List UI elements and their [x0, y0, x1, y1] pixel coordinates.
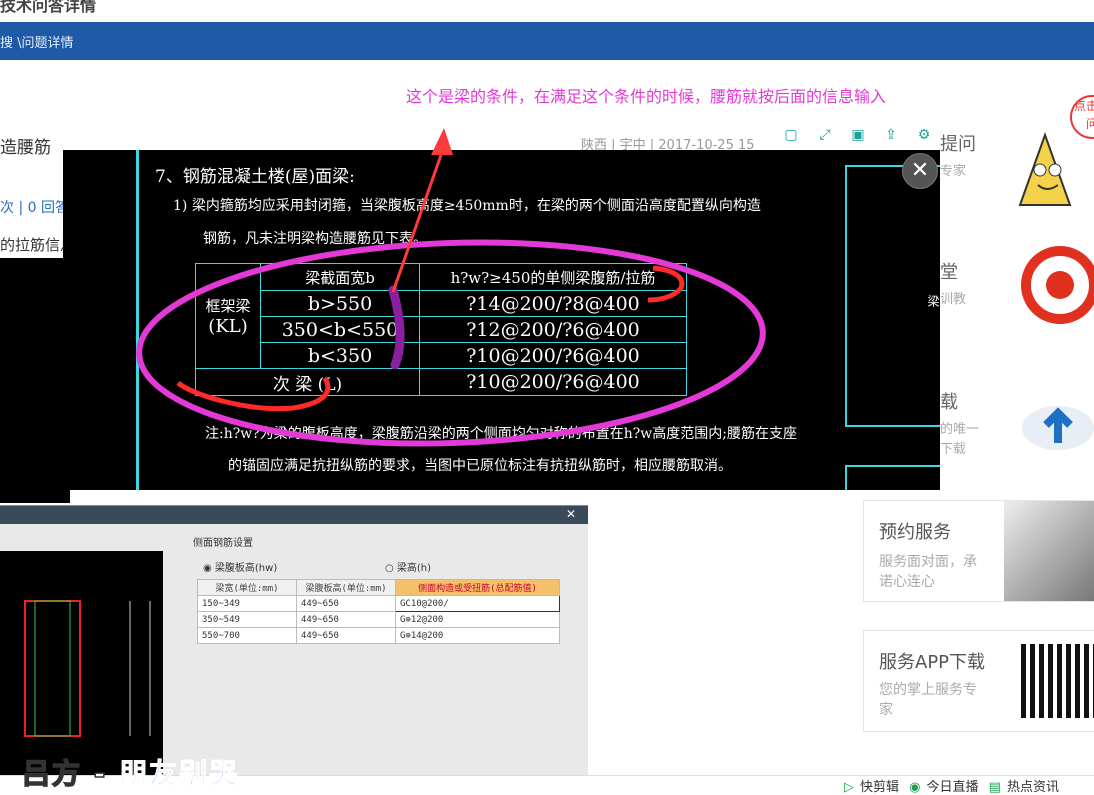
service-card[interactable]: 预约服务 服务面对面，承 诺心连心 [863, 500, 1094, 602]
radio-h-label: 梁高(h) [396, 563, 432, 574]
close-viewer-button[interactable]: ✕ [902, 153, 938, 189]
service-sub1: 服务面对面，承 [879, 554, 977, 570]
save-icon[interactable]: ▣ [848, 125, 868, 145]
question-stats[interactable]: 次 | 0 回答 [0, 197, 69, 217]
table-cell[interactable]: 449~650 [296, 611, 396, 628]
service-photo [1004, 501, 1094, 601]
table-cell[interactable]: G⊕12@200 [395, 611, 560, 628]
table-row[interactable]: 150~349 449~650 GC10@200/ [197, 595, 560, 612]
qr-code-icon [1021, 644, 1094, 718]
enlarged-image: 7、钢筋混凝土楼(屋)面梁: 1) 梁内箍筋均应采用封闭箍，当梁腹板高度≥450… [63, 150, 940, 490]
content-image-thumb[interactable] [0, 258, 70, 503]
col-header: 侧面构造或受扭筋(总配筋值) [395, 579, 560, 596]
fullscreen-icon[interactable]: ⤢ [815, 125, 835, 145]
download-sub2: 下载 [940, 442, 967, 457]
site-title: 技术问答详情 [0, 0, 97, 15]
dialog-title: 侧面钢筋设置 [193, 538, 253, 549]
video-watermark: 吕方 - 朋友别哭 [21, 752, 240, 792]
live-icon: ◉ [909, 780, 921, 795]
footer-links: ▷ 快剪辑 ◉ 今日直播 ▤ 热点资讯 [838, 776, 1059, 795]
annotation-note: 这个是梁的条件，在满足这个条件的时候，腰筋就按后面的信息输入 [406, 87, 887, 106]
classroom-logo-icon [1020, 245, 1094, 325]
dialog-titlebar: ✕ [0, 506, 588, 524]
radio-h[interactable]: ○ 梁高(h) [385, 559, 431, 574]
viewer-toolbar: ▢ ⤢ ▣ ⇪ ⚙ [775, 120, 940, 150]
hand-annotations [136, 154, 766, 447]
table-cell[interactable]: 350~549 [197, 611, 297, 628]
arrow-head [431, 128, 453, 155]
news-icon: ▤ [988, 780, 1001, 795]
nav-bar: 搜 \问题详情 [0, 22, 1094, 60]
table-row[interactable]: 350~549 449~650 G⊕12@200 [197, 611, 560, 628]
table-cell[interactable]: 550~700 [197, 627, 297, 644]
footer-link[interactable]: 快剪辑 [860, 780, 899, 795]
table-cell[interactable]: 449~650 [296, 627, 396, 644]
ask-label[interactable]: 提问 [940, 130, 976, 156]
share-icon[interactable]: ⇪ [881, 125, 901, 145]
footer-link[interactable]: 热点资讯 [1007, 780, 1059, 795]
breadcrumb[interactable]: 搜 \问题详情 [0, 32, 74, 51]
table-cell[interactable]: 449~650 [296, 595, 396, 612]
table-cell[interactable]: G⊕14@200 [395, 627, 560, 644]
app-sub2: 家 [879, 702, 893, 718]
radio-hw-label: 梁腹板高(hw) [214, 563, 278, 574]
service-title: 预约服务 [879, 522, 951, 543]
app-title: 服务APP下载 [879, 652, 986, 673]
download-label[interactable]: 载 [940, 388, 958, 414]
cloud-download-icon [1018, 393, 1094, 453]
app-sub1: 您的掌上服务专 [879, 682, 977, 698]
cad-dialog-screenshot: ✕ 侧面钢筋设置 ◉ 梁腹板高(hw) ○ 梁高(h) 梁宽(单位:mm) 梁腹… [0, 505, 588, 776]
col-header: 梁宽(单位:mm) [197, 579, 297, 596]
table-cell[interactable]: GC10@200/ [395, 595, 560, 612]
radio-hw[interactable]: ◉ 梁腹板高(hw) [203, 559, 277, 574]
footer-link[interactable]: 今日直播 [927, 780, 979, 795]
watermark-part2: 朋友别哭 [119, 757, 240, 791]
rebar-table: 梁宽(单位:mm) 梁腹板高(单位:mm) 侧面构造或受扭筋(总配筋值) 150… [197, 579, 560, 644]
download-sub1: 的唯一 [940, 422, 980, 437]
app-card[interactable]: 服务APP下载 您的掌上服务专 家 [863, 630, 1094, 732]
service-sub2: 诺心连心 [879, 574, 935, 590]
table-cell[interactable]: 150~349 [197, 595, 297, 612]
original-size-icon[interactable]: ▢ [781, 125, 801, 145]
top-bar: 技术问答详情 [0, 0, 1094, 23]
watermark-part1: 吕方 - [21, 756, 120, 791]
section-drawing [0, 551, 163, 776]
settings-icon[interactable]: ⚙ [914, 125, 934, 145]
classroom-sub: 训教 [940, 292, 967, 307]
play-icon: ▷ [844, 780, 854, 795]
col-header: 梁腹板高(单位:mm) [296, 579, 396, 596]
classroom-label[interactable]: 堂 [940, 258, 958, 284]
table-row[interactable]: 550~700 449~650 G⊕14@200 [197, 627, 560, 644]
close-icon[interactable]: ✕ [566, 507, 576, 521]
ask-sub: 专家 [940, 164, 967, 179]
question-title: 造腰筋 [0, 138, 51, 158]
